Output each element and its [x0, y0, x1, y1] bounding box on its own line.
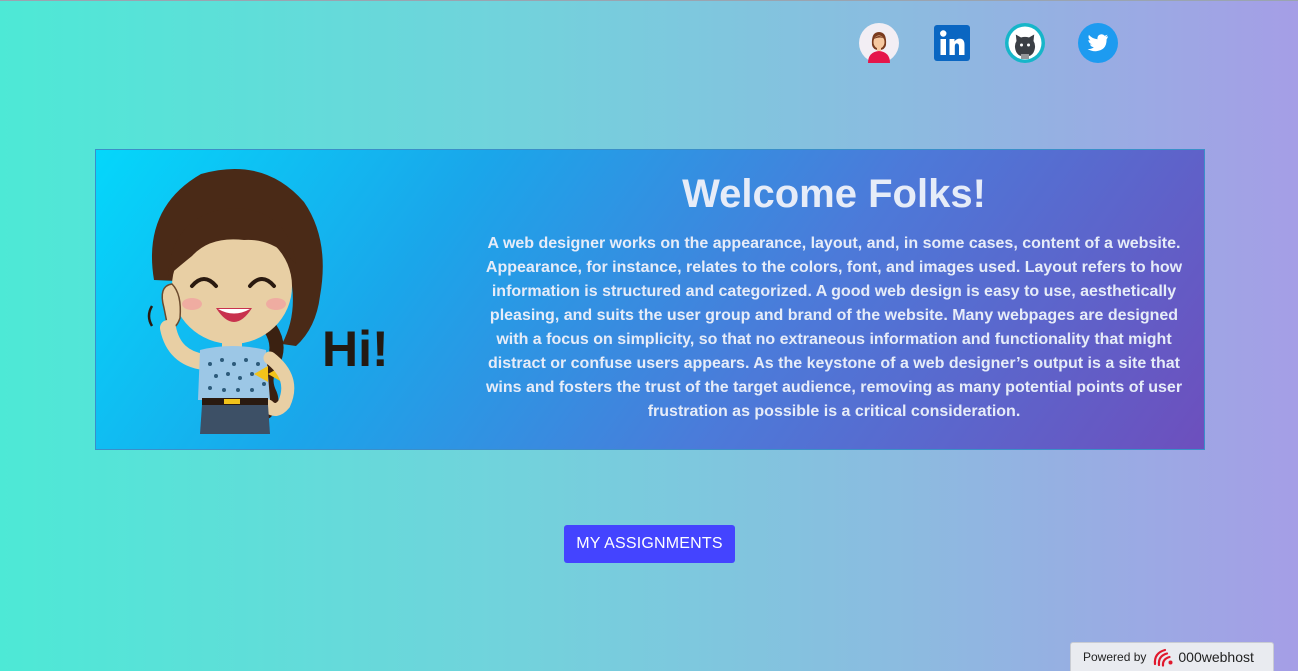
hi-illustration-text: Hi! [322, 321, 389, 377]
welcome-description: A web designer works on the appearance, … [485, 235, 1183, 420]
github-link[interactable] [1005, 23, 1045, 63]
github-icon [1005, 23, 1045, 63]
000webhost-logo-icon [1154, 648, 1173, 667]
powered-by-label: Powered by [1083, 650, 1147, 664]
social-links [859, 23, 1118, 63]
powered-by-badge[interactable]: Powered by 000webhost [1070, 642, 1274, 671]
avatar-icon [859, 23, 899, 63]
top-border [0, 0, 1298, 1]
profile-avatar-link[interactable] [859, 23, 899, 63]
my-assignments-button[interactable]: MY ASSIGNMENTS [564, 525, 735, 563]
welcome-card: Hi! Welcome Folks! A web designer works … [95, 149, 1205, 450]
hi-girl-illustration: Hi! [147, 168, 389, 434]
000webhost-brand: 000webhost [1178, 649, 1254, 665]
linkedin-icon [934, 25, 970, 61]
linkedin-link[interactable] [932, 23, 972, 63]
welcome-text-block: Welcome Folks! A web designer works on t… [481, 168, 1187, 424]
twitter-link[interactable] [1078, 23, 1118, 63]
twitter-icon [1078, 23, 1118, 63]
welcome-title: Welcome Folks! [682, 172, 986, 216]
